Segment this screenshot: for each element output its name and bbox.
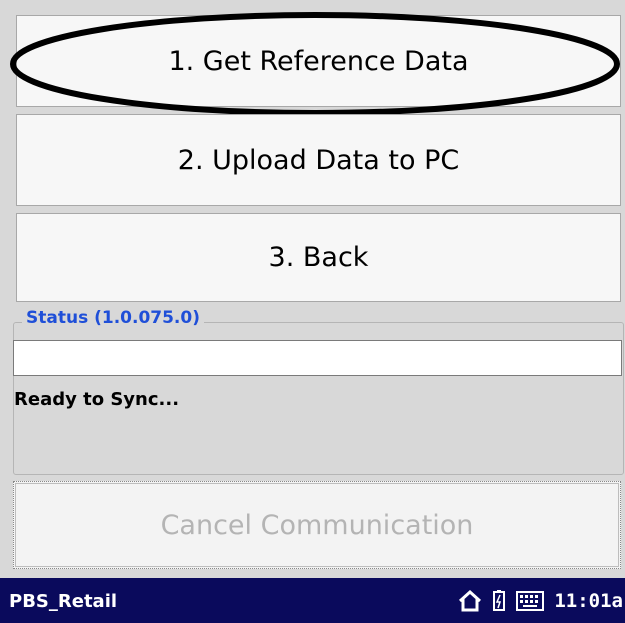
cancel-communication-label: Cancel Communication	[160, 509, 474, 541]
taskbar-title[interactable]: PBS_Retail	[9, 591, 117, 613]
clock-time[interactable]: 11:01a	[554, 590, 623, 612]
back-label: 3. Back	[268, 242, 369, 273]
battery-icon[interactable]	[492, 590, 506, 612]
get-reference-data-button[interactable]: 1. Get Reference Data	[16, 15, 621, 107]
status-legend: Status (1.0.075.0)	[22, 307, 204, 329]
status-message: Ready to Sync...	[14, 389, 180, 410]
app-window: 1. Get Reference Data 2. Upload Data to …	[0, 0, 625, 578]
cancel-communication-button[interactable]: Cancel Communication	[13, 481, 621, 569]
upload-data-button[interactable]: 2. Upload Data to PC	[16, 114, 621, 206]
taskbar: PBS_Retail 11:01a	[0, 578, 625, 623]
home-icon[interactable]	[458, 590, 482, 612]
system-tray: 11:01a	[458, 586, 625, 616]
progress-bar	[13, 340, 622, 376]
back-button[interactable]: 3. Back	[16, 213, 621, 302]
upload-data-label: 2. Upload Data to PC	[177, 144, 460, 176]
keyboard-icon[interactable]	[516, 591, 545, 611]
get-reference-data-label: 1. Get Reference Data	[168, 45, 469, 77]
